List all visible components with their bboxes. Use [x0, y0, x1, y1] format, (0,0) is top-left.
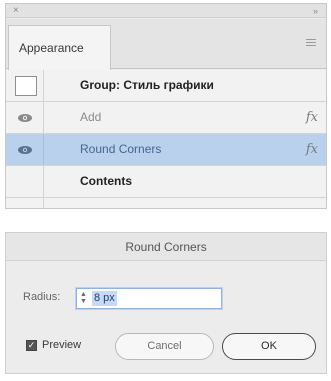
group-thumbnail [15, 76, 37, 96]
tab-bar: Appearance [6, 19, 326, 70]
collapse-icon[interactable]: » [313, 5, 318, 17]
panel-menu-icon[interactable] [306, 39, 316, 48]
fx-icon[interactable]: fx [306, 102, 318, 133]
effect-row-add[interactable]: Add fx [6, 102, 326, 134]
visibility-eye-icon[interactable] [17, 113, 33, 123]
stepper-down-icon[interactable]: ▼ [80, 298, 89, 305]
partial-row [6, 198, 326, 208]
contents-row[interactable]: Contents [6, 166, 326, 198]
row-gutter [6, 166, 44, 197]
row-gutter [6, 198, 44, 208]
round-corners-dialog: Round Corners Radius: ▲ ▼ 8 px ✓ Preview… [5, 232, 327, 374]
cancel-button[interactable]: Cancel [115, 333, 214, 360]
group-label: Group: Стиль графики [80, 78, 214, 92]
appearance-panel: × » Appearance Group: Стиль графики Add … [5, 3, 327, 209]
visibility-eye-icon[interactable] [17, 145, 33, 155]
stepper-up-icon[interactable]: ▲ [80, 291, 89, 298]
contents-label: Contents [80, 174, 132, 188]
row-gutter [6, 70, 44, 101]
radius-label: Radius: [23, 291, 61, 303]
radius-input[interactable]: 8 px [92, 291, 117, 306]
stepper-arrows-icon[interactable]: ▲ ▼ [80, 291, 89, 306]
close-icon[interactable]: × [13, 5, 19, 17]
preview-checkbox[interactable]: ✓ [26, 340, 37, 351]
effect-label-round-corners: Round Corners [80, 142, 162, 156]
ok-button[interactable]: OK [222, 333, 316, 360]
group-row[interactable]: Group: Стиль графики [6, 70, 326, 102]
dialog-title: Round Corners [6, 233, 326, 261]
effect-row-round-corners[interactable]: Round Corners fx [6, 134, 326, 166]
radius-stepper[interactable]: ▲ ▼ 8 px [76, 288, 222, 309]
panel-title-bar: × » [6, 4, 326, 18]
fx-icon[interactable]: fx [306, 134, 318, 165]
appearance-list: Group: Стиль графики Add fx Round Corner… [6, 70, 326, 208]
row-gutter [6, 134, 44, 165]
row-gutter [6, 102, 44, 133]
effect-label-add: Add [80, 110, 102, 124]
preview-label: Preview [42, 339, 82, 351]
tab-appearance[interactable]: Appearance [8, 25, 111, 70]
